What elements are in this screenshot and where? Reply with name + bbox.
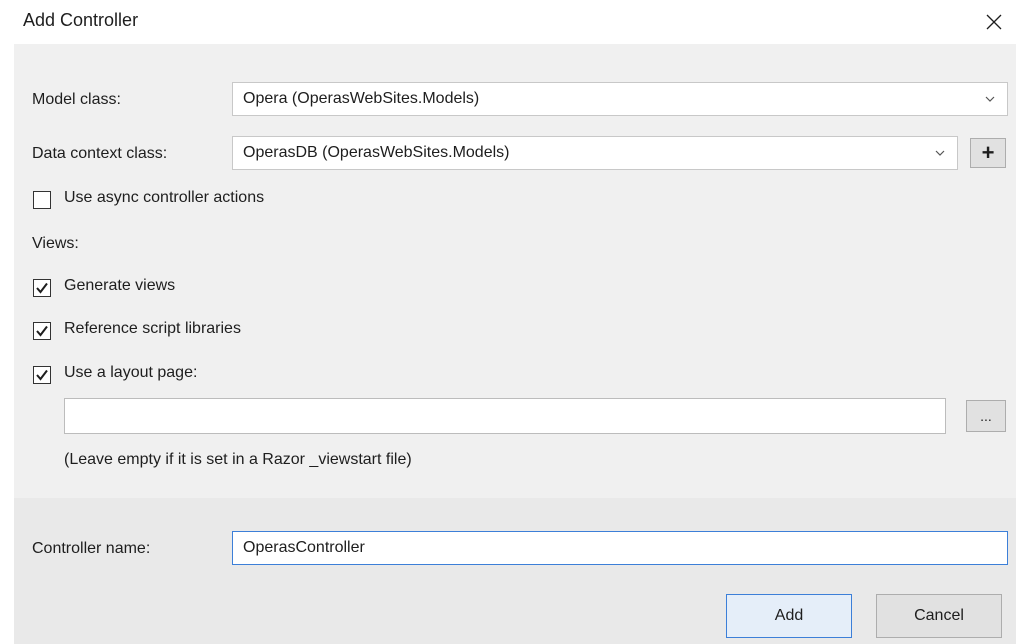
browse-layout-button[interactable]: ...	[966, 400, 1006, 432]
controller-name-label: Controller name:	[32, 540, 151, 557]
dialog-title: Add Controller	[23, 10, 139, 30]
check-icon	[36, 369, 48, 381]
async-actions-label: Use async controller actions	[64, 189, 265, 206]
add-button[interactable]: Add	[726, 594, 852, 638]
close-button[interactable]	[972, 0, 1016, 44]
controller-name-input[interactable]: OperasController	[232, 531, 1008, 565]
model-class-value: Opera (OperasWebSites.Models)	[243, 90, 480, 107]
dialog-content: Model class: Opera (OperasWebSites.Model…	[14, 44, 1016, 498]
data-context-label: Data context class:	[32, 145, 168, 162]
controller-name-value: OperasController	[243, 539, 365, 556]
views-label: Views:	[32, 235, 79, 252]
check-icon	[36, 325, 48, 337]
add-data-context-button[interactable]: +	[970, 138, 1006, 168]
generate-views-label: Generate views	[64, 277, 176, 294]
async-actions-checkbox[interactable]	[33, 191, 51, 209]
data-context-value: OperasDB (OperasWebSites.Models)	[243, 144, 510, 161]
layout-page-checkbox[interactable]	[33, 366, 51, 384]
layout-hint: (Leave empty if it is set in a Razor _vi…	[64, 451, 412, 468]
check-icon	[36, 282, 48, 294]
data-context-dropdown[interactable]: OperasDB (OperasWebSites.Models)	[232, 136, 958, 170]
model-class-label: Model class:	[32, 91, 121, 108]
layout-page-label: Use a layout page:	[64, 364, 198, 381]
close-icon	[986, 14, 1002, 30]
chevron-down-icon	[985, 96, 995, 102]
layout-page-input[interactable]	[64, 398, 946, 434]
reference-scripts-checkbox[interactable]	[33, 322, 51, 340]
reference-scripts-label: Reference script libraries	[64, 320, 241, 337]
cancel-button[interactable]: Cancel	[876, 594, 1002, 638]
generate-views-checkbox[interactable]	[33, 279, 51, 297]
model-class-dropdown[interactable]: Opera (OperasWebSites.Models)	[232, 82, 1008, 116]
dialog-title-bar: Add Controller	[0, 0, 1016, 44]
chevron-down-icon	[935, 150, 945, 156]
dialog-footer: Controller name: OperasController Add Ca…	[14, 498, 1016, 644]
